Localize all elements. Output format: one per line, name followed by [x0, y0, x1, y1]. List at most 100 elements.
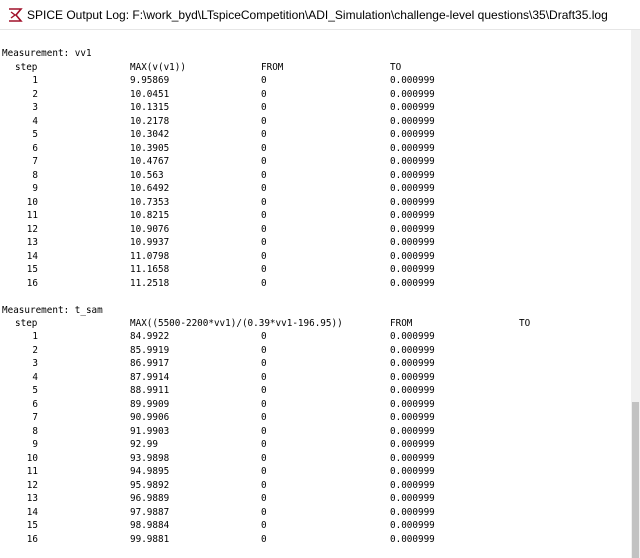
measurement-header: Measurement: vv1	[2, 48, 92, 59]
value-cell: 9.95869	[130, 75, 170, 86]
table-row: 3 86.9917 0 0.000999	[0, 357, 631, 370]
step-cell: 2	[32, 344, 38, 356]
table-row: 2 10.0451 0 0.000999	[0, 88, 631, 101]
from-cell: 0	[261, 88, 267, 100]
to-cell: 0.000999	[390, 183, 435, 194]
from-cell: 0	[261, 75, 267, 86]
from-cell: 0	[261, 479, 267, 491]
step-cell: 4	[32, 115, 38, 127]
step-cell: 6	[32, 398, 38, 410]
to-cell: 0.000999	[390, 344, 435, 356]
from-cell: 0	[261, 371, 267, 383]
to-cell: 0.000999	[390, 412, 435, 423]
to-cell: 0.000999	[390, 102, 435, 113]
step-cell: 16	[26, 533, 38, 545]
table-row: 15 11.1658 0 0.000999	[0, 263, 631, 276]
to-cell: 0.000999	[390, 156, 435, 167]
table-row: 8 91.9903 0 0.000999	[0, 425, 631, 438]
value-cell: 99.9881	[130, 533, 170, 545]
table-row: 1 84.9922 0 0.000999	[0, 330, 631, 343]
from-cell: 0	[261, 385, 267, 396]
from-cell: 0	[261, 506, 267, 518]
table-row: 10 10.7353 0 0.000999	[0, 196, 631, 209]
table-row: 9 10.6492 0 0.000999	[0, 182, 631, 195]
table-row: 6 89.9909 0 0.000999	[0, 398, 631, 411]
scrollbar-thumb[interactable]	[632, 402, 639, 558]
to-cell: 0.000999	[390, 129, 435, 140]
vertical-scrollbar[interactable]	[631, 30, 640, 558]
step-cell: 7	[32, 412, 38, 423]
to-cell: 0.000999	[390, 196, 435, 208]
column-header-to: TO	[390, 62, 402, 73]
from-cell: 0	[261, 115, 267, 127]
value-cell: 10.2178	[130, 115, 170, 127]
from-cell: 0	[261, 183, 267, 194]
value-cell: 10.4767	[130, 156, 170, 167]
step-cell: 14	[26, 250, 38, 262]
value-cell: 90.9906	[130, 412, 170, 423]
step-cell: 1	[32, 331, 38, 342]
value-cell: 95.9892	[130, 479, 170, 491]
value-cell: 10.9076	[130, 223, 170, 235]
from-cell: 0	[261, 466, 267, 477]
value-cell: 11.2518	[130, 277, 170, 289]
column-header-from: FROM	[390, 318, 413, 329]
table-row: 5 88.9911 0 0.000999	[0, 384, 631, 397]
step-cell: 9	[32, 183, 38, 194]
step-cell: 13	[26, 237, 38, 248]
table-row: 6 10.3905 0 0.000999	[0, 142, 631, 155]
value-cell: 88.9911	[130, 385, 170, 396]
value-cell: 93.9898	[130, 452, 170, 464]
value-cell: 11.0798	[130, 250, 170, 262]
value-cell: 10.6492	[130, 183, 170, 194]
step-cell: 6	[32, 142, 38, 154]
to-cell: 0.000999	[390, 115, 435, 127]
from-cell: 0	[261, 358, 267, 369]
to-cell: 0.000999	[390, 75, 435, 86]
to-cell: 0.000999	[390, 533, 435, 545]
value-cell: 11.1658	[130, 264, 170, 275]
table-row: 16 99.9881 0 0.000999	[0, 533, 631, 546]
step-cell: 13	[26, 493, 38, 504]
from-cell: 0	[261, 102, 267, 113]
step-cell: 5	[32, 129, 38, 140]
step-cell: 15	[26, 264, 38, 275]
step-cell: 11	[26, 466, 38, 477]
table-row: 10 93.9898 0 0.000999	[0, 452, 631, 465]
table-row: 14 97.9887 0 0.000999	[0, 506, 631, 519]
value-cell: 98.9884	[130, 520, 170, 531]
to-cell: 0.000999	[390, 439, 435, 450]
step-cell: 10	[26, 452, 38, 464]
from-cell: 0	[261, 264, 267, 275]
table-row: 16 11.2518 0 0.000999	[0, 277, 631, 290]
table-row: 12 10.9076 0 0.000999	[0, 223, 631, 236]
from-cell: 0	[261, 142, 267, 154]
to-cell: 0.000999	[390, 398, 435, 410]
to-cell: 0.000999	[390, 331, 435, 342]
value-cell: 91.9903	[130, 425, 170, 437]
to-cell: 0.000999	[390, 237, 435, 248]
table-row: 2 85.9919 0 0.000999	[0, 344, 631, 357]
value-cell: 84.9922	[130, 331, 170, 342]
to-cell: 0.000999	[390, 264, 435, 275]
step-cell: 10	[26, 196, 38, 208]
value-cell: 87.9914	[130, 371, 170, 383]
value-cell: 85.9919	[130, 344, 170, 356]
column-header-row: step MAX((5500-2200*vv1)/(0.39*vv1-196.9…	[0, 317, 631, 330]
table-row: 9 92.99 0 0.000999	[0, 438, 631, 451]
from-cell: 0	[261, 129, 267, 140]
value-cell: 10.1315	[130, 102, 170, 113]
from-cell: 0	[261, 210, 267, 221]
step-cell: 14	[26, 506, 38, 518]
step-cell: 12	[26, 223, 38, 235]
step-cell: 4	[32, 371, 38, 383]
to-cell: 0.000999	[390, 520, 435, 531]
value-cell: 96.9889	[130, 493, 170, 504]
title-bar[interactable]: SPICE Output Log: F:\work_byd\LTspiceCom…	[0, 0, 640, 30]
to-cell: 0.000999	[390, 493, 435, 504]
to-cell: 0.000999	[390, 385, 435, 396]
log-text-area[interactable]: Measurement: vv1 step MAX(v(v1)) FROM TO…	[0, 30, 631, 558]
column-header-step: step	[15, 62, 38, 73]
table-row: 15 98.9884 0 0.000999	[0, 519, 631, 532]
from-cell: 0	[261, 169, 267, 181]
